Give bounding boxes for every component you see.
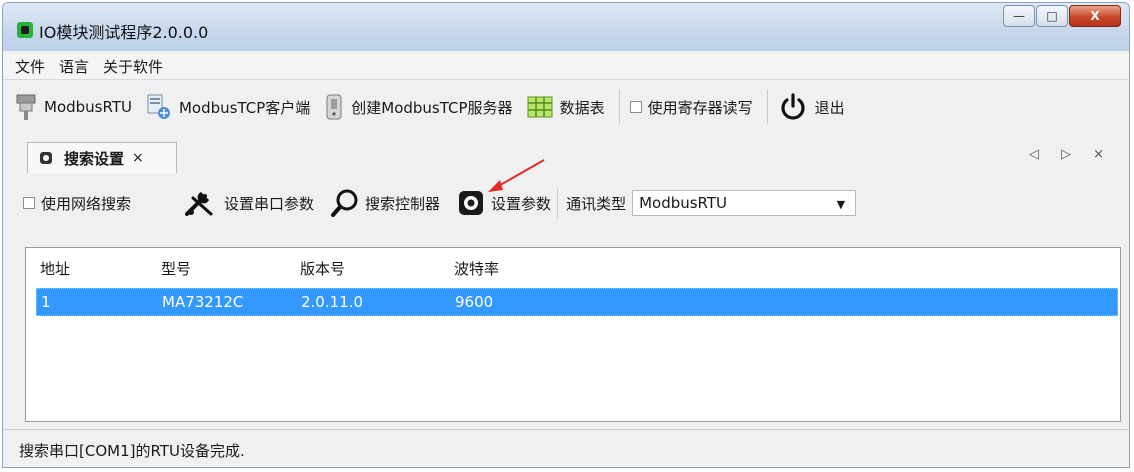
comm-type-select[interactable]: ModbusRTU ▼ xyxy=(632,190,857,216)
tab-navigation[interactable]: ◁ ▷ × xyxy=(1029,147,1113,162)
exit-label: 退出 xyxy=(814,98,845,117)
status-text: 搜索串口[COM1]的RTU设备完成. xyxy=(19,441,245,460)
modbus-rtu-label: ModbusRTU xyxy=(44,98,132,116)
data-table-button[interactable]: 数据表 xyxy=(527,96,605,118)
close-button[interactable]: X xyxy=(1069,5,1121,27)
settings-icon xyxy=(40,152,52,164)
create-tcp-server-button[interactable]: 创建ModbusTCP服务器 xyxy=(324,93,513,121)
app-icon xyxy=(17,22,33,38)
table-row[interactable]: 1 MA73212C 2.0.11.0 9600 xyxy=(36,288,1118,316)
modbus-tcp-client-label: ModbusTCP客户端 xyxy=(178,98,311,117)
column-header[interactable]: 地址 xyxy=(40,258,70,279)
tab-close-icon[interactable]: × xyxy=(132,150,144,166)
title-bar[interactable]: IO模块测试程序2.0.0.0 — □ X xyxy=(3,3,1129,51)
cell-model: MA73212C xyxy=(162,293,244,311)
power-icon xyxy=(781,93,805,120)
toolbar-separator xyxy=(618,90,620,124)
menu-about[interactable]: 关于软件 xyxy=(103,56,163,77)
device-table: 地址 型号 版本号 波特率 1 MA73212C 2.0.11.0 9600 xyxy=(25,247,1121,422)
server-icon xyxy=(326,94,342,120)
window-controls: — □ X xyxy=(1002,5,1121,29)
search-settings-panel: 使用网络搜索 设置串口参数 搜索控制器 设置参数 通讯类型 ModbusRTU … xyxy=(3,173,1129,467)
chevron-down-icon: ▼ xyxy=(836,198,846,211)
table-header: 地址 型号 版本号 波特率 xyxy=(26,248,1120,286)
data-table-label: 数据表 xyxy=(559,98,605,117)
tools-icon xyxy=(185,192,213,216)
search-controller-button[interactable]: 搜索控制器 xyxy=(330,188,440,218)
tab-search-settings[interactable]: 搜索设置 × xyxy=(27,142,177,173)
cell-baud: 9600 xyxy=(455,293,494,311)
menu-bar: 文件 语言 关于软件 xyxy=(3,53,1129,80)
comm-type-label: 通讯类型 xyxy=(566,194,627,213)
cell-address: 1 xyxy=(41,293,51,311)
network-client-icon xyxy=(147,94,170,119)
network-search-label: 使用网络搜索 xyxy=(41,194,132,213)
network-search-checkbox[interactable]: 使用网络搜索 xyxy=(23,193,131,214)
comm-type-value: ModbusRTU xyxy=(639,194,728,212)
column-header[interactable]: 版本号 xyxy=(300,258,345,279)
checkbox-box[interactable] xyxy=(629,101,642,113)
minimize-button[interactable]: — xyxy=(1003,5,1035,27)
set-params-button[interactable]: 设置参数 xyxy=(456,188,551,218)
control-separator xyxy=(557,188,559,218)
status-bar: 搜索串口[COM1]的RTU设备完成. xyxy=(3,429,1129,467)
use-register-rw-checkbox[interactable]: 使用寄存器读写 xyxy=(629,97,753,118)
control-bar: 使用网络搜索 设置串口参数 搜索控制器 设置参数 通讯类型 ModbusRTU … xyxy=(23,183,1129,223)
column-header[interactable]: 波特率 xyxy=(454,258,499,279)
menu-file[interactable]: 文件 xyxy=(15,56,45,77)
tab-label: 搜索设置 xyxy=(64,149,125,168)
maximize-button[interactable]: □ xyxy=(1036,5,1068,27)
tab-strip: 搜索设置 × ◁ ▷ × xyxy=(3,137,1129,174)
set-params-label: 设置参数 xyxy=(491,194,552,213)
modbus-tcp-client-button[interactable]: ModbusTCP客户端 xyxy=(146,93,310,121)
serial-params-label: 设置串口参数 xyxy=(224,194,315,213)
serial-plug-icon xyxy=(16,94,36,120)
column-header[interactable]: 型号 xyxy=(161,258,191,279)
toolbar-separator xyxy=(766,90,768,124)
app-window: IO模块测试程序2.0.0.0 — □ X 文件 语言 关于软件 ModbusR… xyxy=(2,2,1130,468)
serial-params-button[interactable]: 设置串口参数 xyxy=(183,188,314,218)
exit-button[interactable]: 退出 xyxy=(778,92,845,122)
gear-icon xyxy=(459,191,484,215)
create-tcp-server-label: 创建ModbusTCP服务器 xyxy=(351,98,513,117)
menu-language[interactable]: 语言 xyxy=(59,56,89,77)
grid-table-icon xyxy=(527,96,553,118)
toolbar: ModbusRTU ModbusTCP客户端 创建ModbusTCP服务器 数据… xyxy=(3,81,1129,133)
use-register-rw-label: 使用寄存器读写 xyxy=(647,98,753,117)
checkbox-box[interactable] xyxy=(23,197,35,209)
window-title: IO模块测试程序2.0.0.0 xyxy=(39,23,209,42)
modbus-rtu-button[interactable]: ModbusRTU xyxy=(15,93,132,121)
search-icon xyxy=(331,189,358,217)
search-controller-label: 搜索控制器 xyxy=(365,194,441,213)
cell-version: 2.0.11.0 xyxy=(301,293,364,311)
